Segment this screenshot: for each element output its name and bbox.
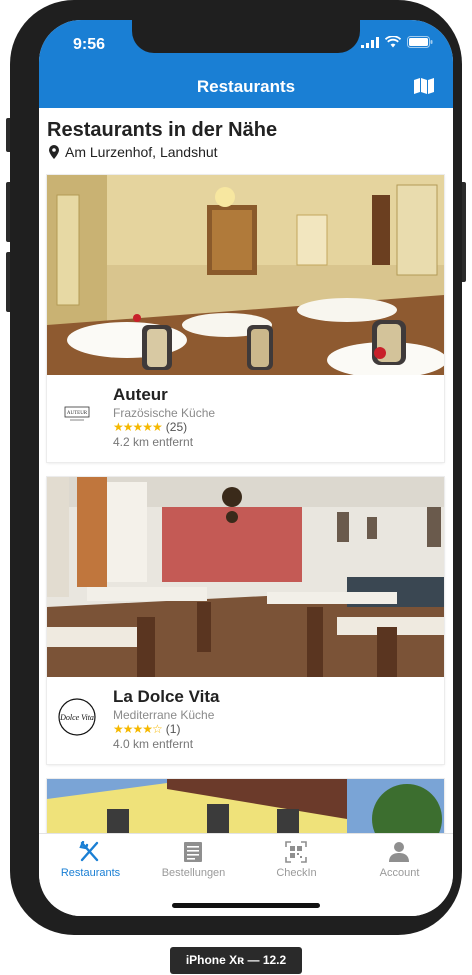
notch <box>132 20 360 53</box>
restaurant-photo <box>47 779 444 833</box>
location-row[interactable]: Am Lurzenhof, Landshut <box>49 144 218 160</box>
tab-label: Bestellungen <box>161 867 226 879</box>
rating-row: ★★★★★ (25) <box>113 420 187 434</box>
restaurant-list-view[interactable]: Restaurants in der Nähe Am Lurzenhof, La… <box>39 108 453 833</box>
location-label: Am Lurzenhof, Landshut <box>65 144 218 160</box>
restaurant-name: La Dolce Vita <box>113 687 220 706</box>
restaurant-photo-third <box>47 779 444 833</box>
battery-icon <box>407 36 433 48</box>
tab-restaurants[interactable]: Restaurants <box>39 834 142 889</box>
restaurant-info: Dolce Vita La Dolce Vita Mediterrane Küc… <box>47 677 444 762</box>
home-indicator[interactable] <box>172 903 320 908</box>
restaurant-card[interactable]: Dolce Vita La Dolce Vita Mediterrane Küc… <box>47 477 444 764</box>
status-icons <box>361 36 433 48</box>
restaurant-logo: AUTEUR <box>55 393 99 437</box>
tab-checkin[interactable]: CheckIn <box>245 834 348 889</box>
tab-label: Restaurants <box>60 867 121 879</box>
restaurant-card[interactable] <box>47 779 444 833</box>
logo-text: Dolce Vita <box>59 713 94 722</box>
auteur-logo-icon: AUTEUR <box>64 406 90 421</box>
tab-account[interactable]: Account <box>348 834 451 889</box>
wifi-icon <box>385 36 401 48</box>
logo-text: AUTEUR <box>67 411 88 416</box>
restaurant-photo-auteur <box>47 175 444 375</box>
page-title: Restaurants <box>196 77 296 96</box>
restaurant-photo <box>47 175 444 375</box>
restaurant-distance: 4.0 km entfernt <box>113 737 194 751</box>
tab-label: Account <box>379 867 420 879</box>
status-time: 9:56 <box>73 36 106 53</box>
qr-code-icon <box>285 841 307 863</box>
star-rating: ★★★★☆ <box>113 722 163 736</box>
phone-frame: 9:56 Restaurants Restaurants in der Nähe… <box>10 0 462 935</box>
rating-row: ★★★★☆ (1) <box>113 722 180 736</box>
restaurant-info: AUTEUR Auteur Frazösische Küche ★★★★★ (2… <box>47 375 444 460</box>
restaurant-photo-la-dolce-vita <box>47 477 444 677</box>
tab-label: CheckIn <box>276 867 317 879</box>
la-dolce-vita-logo-icon: Dolce Vita <box>58 698 96 736</box>
tab-bestellungen[interactable]: Bestellungen <box>142 834 245 889</box>
map-icon[interactable] <box>413 77 435 95</box>
review-count: (1) <box>165 722 181 736</box>
restaurant-cuisine: Frazösische Küche <box>113 406 216 420</box>
device-stage: 9:56 Restaurants Restaurants in der Nähe… <box>0 0 472 975</box>
restaurant-photo <box>47 477 444 677</box>
restaurant-name: Auteur <box>113 385 168 404</box>
star-rating: ★★★★★ <box>113 420 163 434</box>
cutlery-icon <box>79 841 99 862</box>
restaurant-logo: Dolce Vita <box>55 695 99 739</box>
restaurant-card[interactable]: AUTEUR Auteur Frazösische Küche ★★★★★ (2… <box>47 175 444 462</box>
restaurant-distance: 4.2 km entfernt <box>113 435 194 449</box>
receipt-icon <box>184 842 202 862</box>
signal-icon <box>361 36 379 48</box>
section-title: Restaurants in der Nähe <box>47 119 278 141</box>
phone-screen: 9:56 Restaurants Restaurants in der Nähe… <box>39 20 453 916</box>
user-icon <box>389 842 409 862</box>
device-label: iPhone Xʀ — 12.2 <box>170 947 302 974</box>
restaurant-cuisine: Mediterrane Küche <box>113 708 215 722</box>
navigation-bar: Restaurants <box>39 64 453 108</box>
location-pin-icon <box>49 145 59 159</box>
review-count: (25) <box>165 420 188 434</box>
